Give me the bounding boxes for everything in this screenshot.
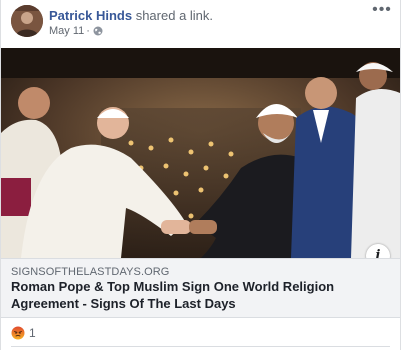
divider	[11, 346, 390, 347]
poster-avatar[interactable]	[11, 5, 43, 37]
link-title[interactable]: Roman Pope & Top Muslim Sign One World R…	[11, 278, 381, 312]
shared-link-image[interactable]	[1, 48, 400, 258]
reaction-count: 1	[29, 326, 36, 340]
post-action-text: shared a link.	[132, 8, 214, 23]
meta-separator: ·	[86, 25, 90, 37]
post-meta: May 11 ·	[49, 24, 103, 38]
link-domain: SIGNSOFTHELASTDAYS.ORG	[11, 266, 170, 278]
poster-line: Patrick Hinds shared a link.	[49, 8, 213, 24]
ellipsis-icon[interactable]: •••	[372, 2, 392, 18]
post-date[interactable]: May 11	[49, 24, 84, 38]
link-preview[interactable]: SIGNSOFTHELASTDAYS.ORG Roman Pope & Top …	[1, 258, 400, 318]
post-header: Patrick Hinds shared a link. May 11 · ••…	[1, 0, 400, 48]
globe-icon[interactable]	[93, 26, 103, 36]
angry-reaction-icon	[11, 326, 25, 340]
reaction-summary[interactable]: 1	[11, 325, 36, 341]
poster-name-link[interactable]: Patrick Hinds	[49, 8, 132, 23]
post-card: Patrick Hinds shared a link. May 11 · ••…	[0, 0, 401, 350]
